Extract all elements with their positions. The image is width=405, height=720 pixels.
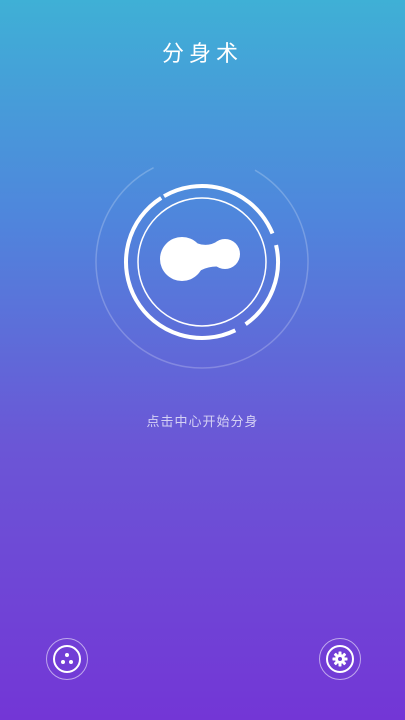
start-clone-button[interactable] (92, 152, 312, 372)
apps-dots-icon (61, 653, 73, 664)
page-title: 分身术 (161, 42, 243, 67)
settings-button[interactable] (319, 638, 361, 680)
apps-button[interactable] (46, 638, 88, 680)
clone-logo-icon (95, 155, 309, 369)
gear-icon (332, 651, 348, 667)
start-hint-text: 点击中心开始分身 (146, 415, 259, 430)
